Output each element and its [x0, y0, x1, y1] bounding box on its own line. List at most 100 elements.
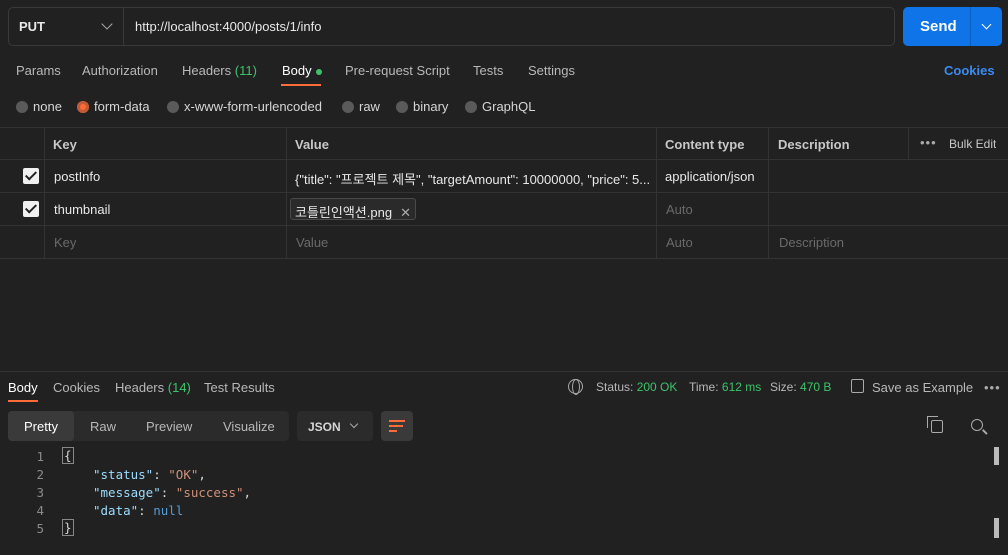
- url-bar: PUT http://localhost:4000/posts/1/info: [8, 7, 895, 46]
- row-checkbox[interactable]: [23, 201, 39, 217]
- radio-circle-icon: [77, 101, 89, 113]
- view-raw[interactable]: Raw: [90, 419, 116, 434]
- response-tab-body[interactable]: Body: [8, 380, 38, 395]
- size-label: Size:: [770, 380, 797, 394]
- tab-pre-request-script[interactable]: Pre-request Script: [345, 63, 450, 78]
- line-number: 2: [36, 467, 44, 482]
- wrap-icon: [389, 420, 405, 422]
- tab-authorization[interactable]: Authorization: [82, 63, 158, 78]
- view-pretty[interactable]: Pretty: [24, 419, 58, 434]
- file-chip[interactable]: 코틀린인액션.png ✕: [290, 198, 416, 220]
- row-content-type[interactable]: application/json: [665, 169, 755, 184]
- row-key[interactable]: postInfo: [54, 169, 100, 184]
- description-input[interactable]: Description: [779, 235, 844, 250]
- status-value: 200 OK: [636, 380, 678, 394]
- wrap-lines-button[interactable]: [381, 411, 413, 441]
- value-input[interactable]: Value: [296, 235, 328, 250]
- radio-label: raw: [359, 99, 380, 114]
- save-as-example-button[interactable]: Save as Example: [872, 380, 973, 395]
- tab-tests[interactable]: Tests: [473, 63, 503, 78]
- tab-params[interactable]: Params: [16, 63, 61, 78]
- view-visualize[interactable]: Visualize: [223, 419, 275, 434]
- radio-x-www-form-urlencoded[interactable]: x-www-form-urlencoded: [167, 99, 322, 114]
- globe-icon[interactable]: [568, 379, 583, 395]
- json-value: "success": [175, 485, 244, 500]
- tab-settings[interactable]: Settings: [528, 63, 575, 78]
- tab-headers-label: Headers: [182, 63, 232, 78]
- url-input[interactable]: http://localhost:4000/posts/1/info: [135, 19, 321, 34]
- radio-label: binary: [413, 99, 449, 114]
- send-button[interactable]: Send: [903, 7, 1002, 46]
- row-content-type[interactable]: Auto: [666, 202, 693, 217]
- column-content-type: Content type: [665, 137, 745, 152]
- radio-none[interactable]: none: [16, 99, 62, 114]
- column-key: Key: [53, 137, 77, 152]
- scrollbar-thumb[interactable]: [994, 518, 999, 538]
- column-value: Value: [295, 137, 329, 152]
- radio-form-data[interactable]: form-data: [77, 99, 150, 114]
- chevron-down-icon: [349, 419, 359, 429]
- radio-label: x-www-form-urlencoded: [184, 99, 322, 114]
- send-label: Send: [920, 18, 957, 35]
- radio-label: form-data: [94, 99, 150, 114]
- tab-headers[interactable]: Headers (11): [182, 63, 257, 78]
- table-row-empty: Key Value Auto Description: [0, 226, 1008, 259]
- json-line-status: "status": "OK",: [93, 467, 206, 482]
- format-select[interactable]: JSON: [297, 411, 373, 441]
- radio-label: GraphQL: [482, 99, 536, 114]
- modified-dot-icon: [315, 68, 322, 75]
- bulk-edit-button[interactable]: Bulk Edit: [949, 137, 996, 151]
- line-number: 3: [36, 485, 44, 500]
- radio-binary[interactable]: binary: [396, 99, 448, 114]
- content-type-input[interactable]: Auto: [666, 235, 693, 250]
- response-tab-test-results[interactable]: Test Results: [204, 380, 275, 395]
- size-readout: Size: 470 B: [770, 380, 831, 394]
- json-key: "status": [93, 467, 154, 482]
- response-tab-headers-count: (14): [167, 380, 191, 395]
- radio-graphql[interactable]: GraphQL: [465, 99, 535, 114]
- line-number: 4: [36, 503, 44, 518]
- response-tab-cookies[interactable]: Cookies: [53, 380, 100, 395]
- json-open-brace: {: [62, 447, 74, 464]
- radio-circle-icon: [396, 101, 408, 113]
- row-key[interactable]: thumbnail: [54, 202, 110, 217]
- time-value: 612 ms: [721, 380, 762, 394]
- more-options-icon[interactable]: •••: [984, 380, 1001, 395]
- json-value: null: [153, 503, 184, 518]
- json-line-data: "data": null: [93, 503, 184, 518]
- chevron-down-icon[interactable]: [981, 19, 992, 30]
- table-row: postInfo {"title": "프로젝트 제목", "targetAmo…: [0, 160, 1008, 193]
- json-value: "OK": [168, 467, 199, 482]
- row-checkbox[interactable]: [23, 168, 39, 184]
- active-tab-indicator: [8, 400, 38, 402]
- cookies-link[interactable]: Cookies: [944, 63, 995, 78]
- radio-circle-icon: [465, 101, 477, 113]
- key-input[interactable]: Key: [54, 235, 76, 250]
- time-readout: Time: 612 ms: [689, 380, 761, 394]
- response-tab-headers[interactable]: Headers (14): [115, 380, 191, 395]
- form-data-table-header: Key Value Content type Description ••• B…: [0, 127, 1008, 160]
- row-value[interactable]: {"title": "프로젝트 제목", "targetAmount": 100…: [295, 169, 650, 188]
- response-divider: [0, 371, 1008, 372]
- close-icon[interactable]: ✕: [400, 205, 411, 220]
- search-icon[interactable]: [971, 419, 983, 431]
- status-readout: Status: 200 OK: [596, 380, 677, 394]
- more-options-icon[interactable]: •••: [920, 135, 937, 150]
- line-number: 5: [36, 521, 44, 536]
- radio-circle-icon: [167, 101, 179, 113]
- save-icon: [851, 379, 864, 393]
- view-preview[interactable]: Preview: [146, 419, 192, 434]
- json-key: "data": [93, 503, 139, 518]
- scrollbar-thumb[interactable]: [994, 447, 999, 465]
- line-number: 1: [36, 449, 44, 464]
- method-label: PUT: [19, 19, 45, 34]
- method-select[interactable]: PUT: [9, 8, 124, 45]
- radio-label: none: [33, 99, 62, 114]
- chevron-down-icon: [101, 18, 113, 30]
- tab-body[interactable]: Body: [282, 63, 322, 78]
- copy-icon[interactable]: [927, 416, 943, 433]
- size-value: 470 B: [800, 380, 832, 394]
- status-label: Status:: [596, 380, 634, 394]
- radio-raw[interactable]: raw: [342, 99, 380, 114]
- time-label: Time:: [689, 380, 719, 394]
